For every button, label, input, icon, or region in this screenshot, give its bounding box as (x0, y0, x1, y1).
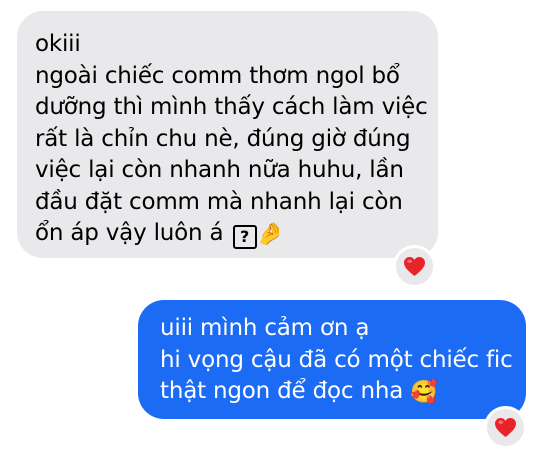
message-line: đầu đặt comm mà nhanh lại còn (35, 188, 403, 215)
heart-reaction-badge[interactable] (393, 245, 436, 288)
heart-reaction-badge[interactable] (484, 406, 527, 449)
message-line: hi vọng cậu đã có một chiếc fic (160, 346, 513, 373)
outgoing-message-bubble[interactable]: uiii mình cảm ơn ạ hi vọng cậu đã có một… (138, 300, 526, 419)
message-line: ngoài chiếc comm thơm ngol bổ (35, 62, 400, 89)
smiling-hearts-emoji: 🥰 (410, 380, 438, 405)
pinched-fingers-emoji: 🤌 (256, 222, 284, 247)
heart-icon (495, 417, 516, 438)
message-line: uiii mình cảm ơn ạ (160, 315, 370, 341)
message-line: việc lại còn nhanh nữa huhu, lần (35, 157, 404, 183)
message-line: okiii (35, 31, 81, 57)
message-line: dưỡng thì mình thấy cách làm việc (35, 94, 428, 120)
message-line: rất là chỉn chu nè, đúng giờ đúng (35, 125, 411, 152)
message-line-last: thật ngon để đọc nha 🥰 (160, 376, 516, 409)
question-box-glyph: ? (232, 225, 257, 249)
heart-icon (404, 256, 425, 277)
message-line-text: thật ngon để đọc nha (160, 378, 404, 404)
message-line-text: ổn áp vậy luôn á (35, 220, 224, 246)
incoming-message-bubble[interactable]: okiii ngoài chiếc comm thơm ngol bổ dưỡn… (17, 11, 438, 258)
message-line-last: ổn áp vậy luôn á ? 🤌 (35, 218, 428, 251)
